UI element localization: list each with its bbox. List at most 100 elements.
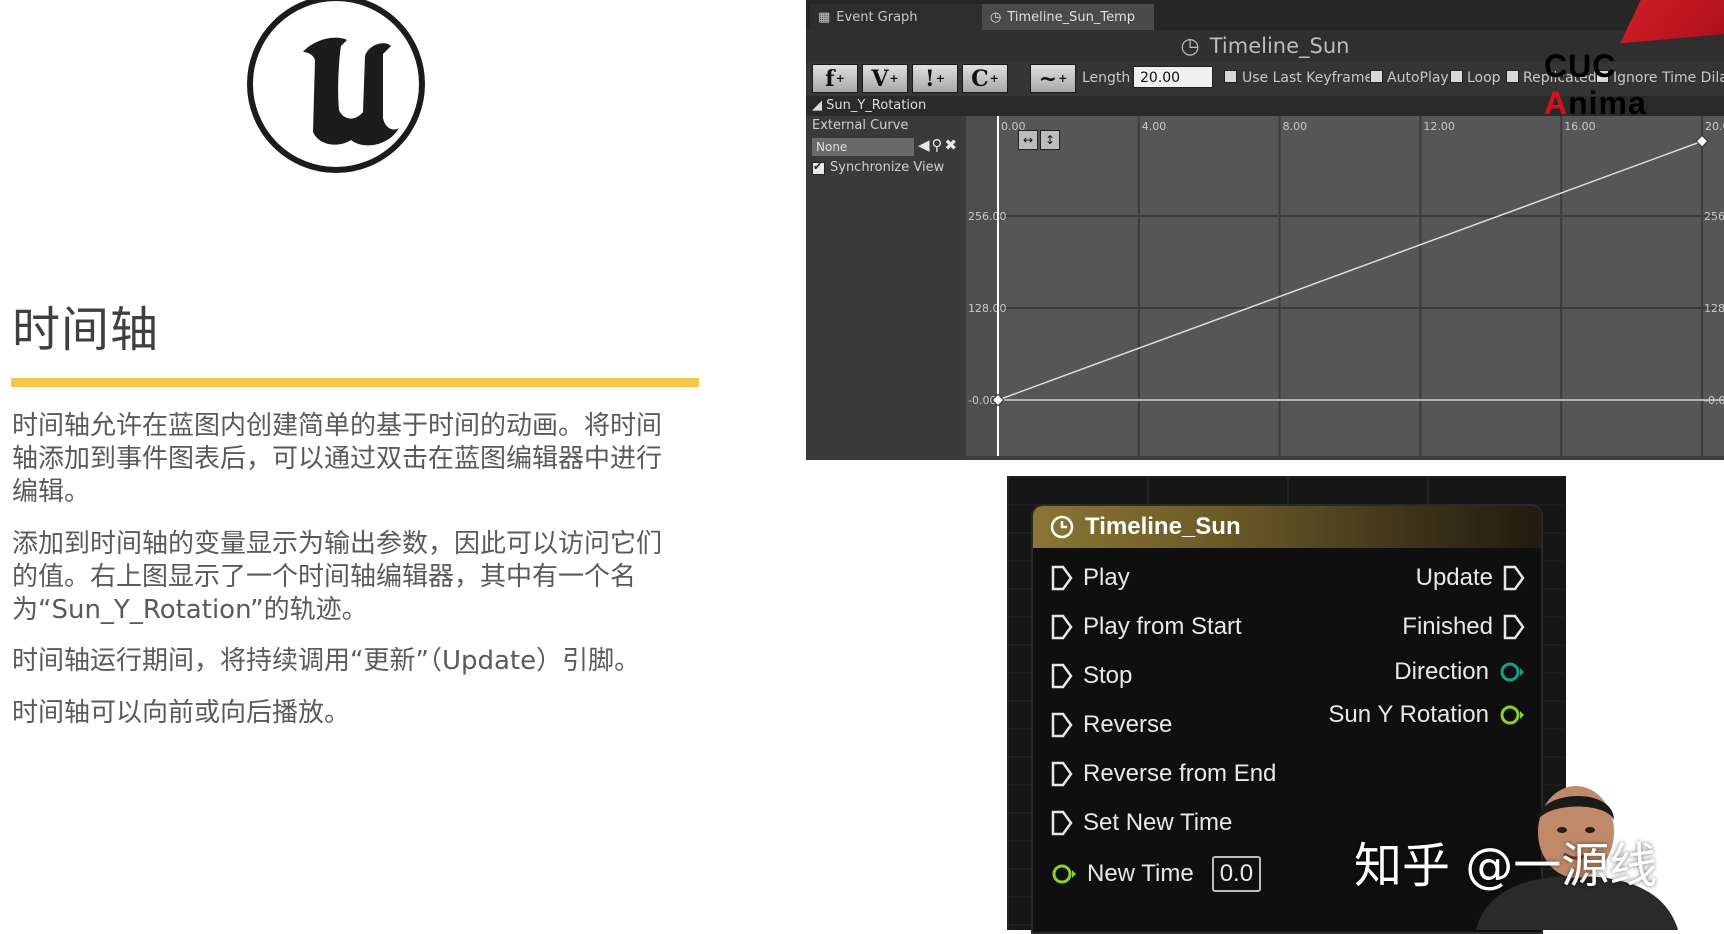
node-header[interactable]: Timeline_Sun — [1033, 506, 1541, 548]
x-tick-label: 12.00 — [1423, 120, 1455, 133]
external-curve-select[interactable]: None — [812, 138, 914, 156]
track-side-panel: External Curve None ◀⚲✖ Synchronize View — [806, 116, 966, 460]
exec-pin-icon — [1051, 761, 1073, 787]
timeline-title: Timeline_Sun — [1209, 34, 1350, 58]
loop-label: Loop — [1467, 70, 1501, 86]
data-pin-icon — [1500, 662, 1524, 682]
curve-asset-actions: ◀⚲✖ — [918, 136, 959, 154]
autoplay-checkbox[interactable] — [1370, 70, 1383, 83]
add-curve-asset-button[interactable]: ~ + — [1030, 64, 1076, 93]
pin-label: Reverse from End — [1083, 760, 1277, 787]
curve-graph-canvas[interactable]: 0.004.008.0012.0016.0020.0256.00256.0128… — [966, 116, 1724, 456]
synchronize-view-checkbox[interactable] — [812, 160, 825, 175]
paragraph-4: 时间轴可以向前或向后播放。 — [12, 698, 351, 728]
y-tick-label: 128.00 — [968, 302, 1007, 315]
pin-row-stop: Stop Direction — [1033, 656, 1541, 696]
synchronize-view-label: Synchronize View — [830, 160, 945, 175]
reverse-from-end-pin[interactable]: Reverse from End — [1051, 760, 1276, 788]
pin-row-play-from-start: Play from Start Finished — [1033, 607, 1541, 647]
sun-y-rotation-pin[interactable]: Sun Y Rotation — [1328, 701, 1525, 729]
play-pin[interactable]: Play — [1051, 564, 1130, 592]
exec-pin-icon — [1503, 565, 1525, 591]
watermark-highlight: A — [1544, 85, 1569, 121]
add-vector-track-button[interactable]: V + — [862, 64, 908, 93]
replicated-checkbox[interactable] — [1506, 70, 1519, 83]
exec-pin-icon — [1051, 565, 1073, 591]
exec-pin-icon — [1051, 614, 1073, 640]
y-tick-label: 256.00 — [968, 210, 1007, 223]
exec-pin-icon — [1051, 712, 1073, 738]
length-input[interactable]: 20.00 — [1133, 66, 1213, 88]
zoom-to-fit-horizontal-button[interactable]: ↔ — [1018, 130, 1038, 150]
data-pin-icon — [1500, 705, 1524, 725]
play-from-start-pin[interactable]: Play from Start — [1051, 613, 1242, 641]
exec-pin-icon — [1051, 663, 1073, 689]
pin-label: Finished — [1402, 613, 1493, 640]
page-title: 时间轴 — [12, 302, 160, 358]
exec-pin-icon — [1051, 810, 1073, 836]
exec-pin-icon — [1503, 614, 1525, 640]
tab-timeline[interactable]: ◷ Timeline_Sun_Temp — [982, 4, 1154, 30]
watermark-logo: CUC Anima — [1544, 48, 1724, 122]
pin-row-play: Play Update — [1033, 558, 1541, 598]
y-tick-label-right: 128.0 — [1704, 302, 1724, 315]
loop-checkbox[interactable] — [1450, 70, 1463, 83]
pin-row-reverse: Reverse Sun Y Rotation — [1033, 701, 1541, 745]
title-underline — [11, 378, 699, 387]
curve-graph[interactable]: 0.004.008.0012.0016.0020.0256.00256.0128… — [966, 116, 1724, 456]
pin-label: Set New Time — [1083, 809, 1233, 836]
x-tick-label: 8.00 — [1283, 120, 1308, 133]
pin-label: Play — [1083, 564, 1130, 591]
new-time-input[interactable]: 0.0 — [1211, 856, 1262, 892]
pin-row-reverse-from-end: Reverse from End — [1033, 754, 1541, 794]
button-label: ~ — [1038, 65, 1058, 92]
stop-pin[interactable]: Stop — [1051, 662, 1132, 690]
add-float-track-button[interactable]: f + — [812, 64, 858, 93]
unreal-engine-logo-icon — [247, 0, 425, 173]
x-tick-label: 4.00 — [1142, 120, 1167, 133]
finished-pin[interactable]: Finished — [1402, 613, 1525, 641]
keyframe-point[interactable] — [1695, 134, 1709, 148]
set-new-time-pin[interactable]: Set New Time — [1051, 809, 1232, 837]
use-selected-arrow-icon[interactable]: ◀ — [918, 136, 932, 154]
button-label: ! — [925, 65, 935, 92]
tab-bar: ▦ Event Graph ◷ Timeline_Sun_Temp — [806, 0, 1724, 30]
y-tick-label-right: 256.0 — [1704, 210, 1724, 223]
track-name: Sun_Y_Rotation — [826, 98, 927, 113]
slide-panel: 时间轴 时间轴允许在蓝图内创建简单的基于时间的动画。将时间轴添加到事件图表后，可… — [0, 0, 800, 930]
curve-line — [997, 140, 1703, 401]
external-curve-label: External Curve — [812, 118, 909, 133]
zoom-to-fit-vertical-button[interactable]: ↕ — [1040, 130, 1060, 150]
clear-x-icon[interactable]: ✖ — [945, 136, 960, 154]
pin-label: Direction — [1394, 658, 1489, 685]
paragraph-1: 时间轴允许在蓝图内创建简单的基于时间的动画。将时间轴添加到事件图表后，可以通过双… — [12, 411, 663, 507]
data-pin-icon — [1052, 864, 1076, 884]
tab-label: Event Graph — [836, 9, 918, 25]
button-label: C — [971, 65, 989, 92]
event-graph-icon: ▦ — [818, 9, 831, 25]
update-pin[interactable]: Update — [1416, 564, 1525, 592]
add-event-track-button[interactable]: ! + — [912, 64, 958, 93]
clock-icon: ◷ — [990, 9, 1002, 25]
button-label: f — [825, 65, 835, 92]
add-color-track-button[interactable]: C + — [962, 64, 1008, 93]
watermark-suffix: nima — [1568, 85, 1647, 121]
pin-label: Sun Y Rotation — [1328, 701, 1489, 728]
pin-label: Update — [1415, 564, 1493, 591]
direction-pin[interactable]: Direction — [1394, 658, 1525, 686]
pin-label: Play from Start — [1083, 613, 1242, 640]
pin-label: New Time — [1087, 860, 1194, 887]
length-label: Length — [1082, 70, 1131, 86]
pin-label: Stop — [1083, 662, 1133, 689]
reverse-pin[interactable]: Reverse — [1051, 711, 1172, 739]
browse-magnifier-icon[interactable]: ⚲ — [932, 136, 945, 154]
new-time-pin[interactable]: New Time 0.0 — [1051, 856, 1262, 892]
tab-event-graph[interactable]: ▦ Event Graph — [810, 4, 982, 30]
use-last-keyframe-label: Use Last Keyframe? — [1242, 70, 1381, 86]
paragraph-3: 时间轴运行期间，将持续调用“更新”（Update）引脚。 — [12, 646, 641, 676]
tab-label: Timeline_Sun_Temp — [1007, 9, 1135, 25]
clock-icon — [1050, 515, 1074, 539]
watermark-prefix: CUC — [1544, 48, 1617, 84]
use-last-keyframe-checkbox[interactable] — [1224, 70, 1237, 83]
node-title: Timeline_Sun — [1085, 513, 1241, 540]
